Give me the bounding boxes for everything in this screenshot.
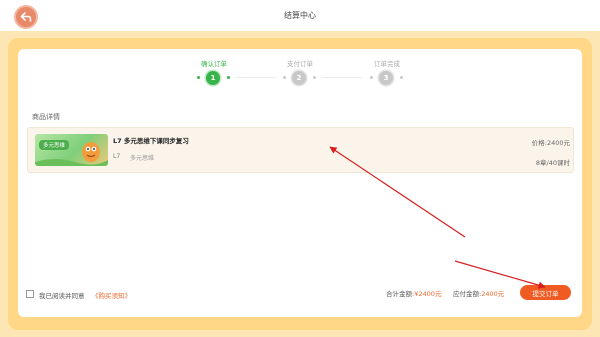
annotation-arrow-submit bbox=[454, 260, 546, 289]
annotation-arrow-product bbox=[329, 146, 466, 238]
annotation-arrows bbox=[329, 146, 546, 289]
